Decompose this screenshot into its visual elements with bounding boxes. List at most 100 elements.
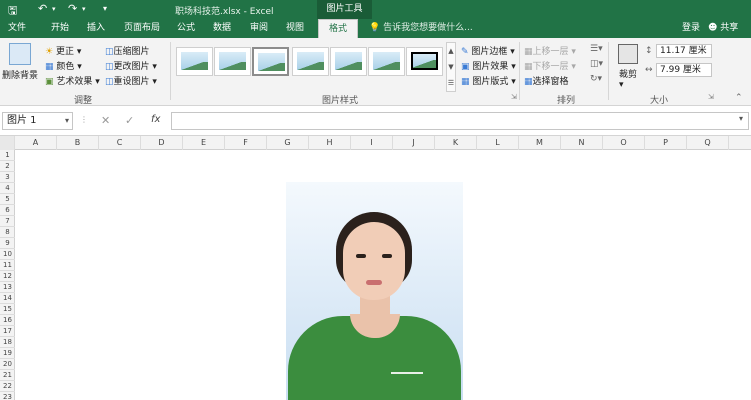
column-header[interactable]: A [15,136,57,150]
column-header[interactable]: L [477,136,519,150]
picture-style-thumb[interactable] [214,47,251,76]
column-header[interactable]: P [645,136,687,150]
artistic-effects-icon: ▣ [45,77,54,87]
tab-formulas[interactable]: 公式 [177,19,195,38]
redo-dropdown-icon[interactable]: ▾ [82,5,86,13]
width-field[interactable]: 7.99 厘米 [656,63,712,77]
column-header[interactable]: M [519,136,561,150]
picture-style-thumb-selected[interactable] [252,47,289,76]
tab-data[interactable]: 数据 [213,19,231,38]
enter-icon[interactable]: ✓ [125,114,134,127]
tab-file[interactable]: 文件 [8,19,26,38]
column-header[interactable]: Q [687,136,729,150]
column-header[interactable]: D [141,136,183,150]
column-header[interactable]: G [267,136,309,150]
column-header[interactable]: I [351,136,393,150]
column-header[interactable]: F [225,136,267,150]
undo-dropdown-icon[interactable]: ▾ [52,5,56,13]
portrait-photo[interactable] [286,182,463,400]
insert-function-icon[interactable]: fx [151,114,160,125]
height-field[interactable]: 11.17 厘米 [656,44,712,58]
row-header[interactable]: 21 [0,370,15,381]
undo-icon[interactable]: ↶ [38,2,47,15]
tab-format[interactable]: 格式 [318,19,359,38]
remove-background-button[interactable]: 删除背景 [2,68,38,81]
tell-me-box[interactable]: 💡 告诉我您想要做什么... [369,19,473,38]
column-header[interactable]: H [309,136,351,150]
ribbon-tabs: 文件 开始 插入 页面布局 公式 数据 审阅 视图 格式 💡 告诉我您想要做什么… [0,19,751,38]
row-header[interactable]: 2 [0,161,15,172]
tab-review[interactable]: 审阅 [250,19,268,38]
color-button[interactable]: ▦ 颜色 ▾ [45,59,82,72]
dialog-launcher-icon[interactable]: ⇲ [511,93,517,101]
tab-view[interactable]: 视图 [286,19,304,38]
login-link[interactable]: 登录 [682,19,700,38]
tab-home[interactable]: 开始 [51,19,69,38]
bring-forward-button[interactable]: ▦上移一层 ▾ [524,44,576,57]
reset-picture-button[interactable]: ◫重设图片 ▾ [105,74,157,87]
chevron-down-icon[interactable]: ▾ [65,113,69,129]
row-header[interactable]: 19 [0,348,15,359]
row-header[interactable]: 9 [0,238,15,249]
compress-pictures-button[interactable]: ◫压缩图片 [105,44,150,57]
row-header[interactable]: 4 [0,183,15,194]
row-header[interactable]: 10 [0,249,15,260]
send-backward-button[interactable]: ▦下移一层 ▾ [524,59,576,72]
column-header[interactable]: C [99,136,141,150]
row-header[interactable]: 23 [0,392,15,400]
column-header[interactable]: O [603,136,645,150]
picture-style-thumb[interactable] [406,47,443,76]
row-header[interactable]: 3 [0,172,15,183]
redo-icon[interactable]: ↷ [68,2,77,15]
tab-page-layout[interactable]: 页面布局 [124,19,160,38]
expand-formula-icon[interactable]: ▾ [739,114,743,123]
corrections-button[interactable]: ☀ 更正 ▾ [45,44,81,57]
row-header[interactable]: 12 [0,271,15,282]
group-objects-icon[interactable]: ◫▾ [590,59,603,69]
row-header[interactable]: 22 [0,381,15,392]
select-all-corner[interactable] [0,136,15,150]
artistic-effects-button[interactable]: ▣ 艺术效果 ▾ [45,74,100,87]
picture-style-thumb[interactable] [330,47,367,76]
change-picture-button[interactable]: ◫更改图片 ▾ [105,59,157,72]
row-header[interactable]: 5 [0,194,15,205]
picture-layout-button[interactable]: ▦ 图片版式 ▾ [461,74,516,87]
align-icon[interactable]: ☰▾ [590,44,603,54]
tab-insert[interactable]: 插入 [87,19,105,38]
row-header[interactable]: 14 [0,293,15,304]
picture-border-button[interactable]: ✎ 图片边框 ▾ [461,44,515,57]
share-button[interactable]: ☻ 共享 [708,19,738,38]
cancel-icon[interactable]: ✕ [101,114,110,127]
picture-style-thumb[interactable] [176,47,213,76]
column-header[interactable]: J [393,136,435,150]
column-header[interactable]: E [183,136,225,150]
customize-qat-icon[interactable]: ▾ [103,4,107,13]
row-header[interactable]: 13 [0,282,15,293]
row-header[interactable]: 17 [0,326,15,337]
dialog-launcher-icon[interactable]: ⇲ [708,93,714,101]
gallery-scroll[interactable]: ▲ ▼ ☰ [446,42,456,92]
selection-pane-button[interactable]: ▦选择窗格 [524,74,569,87]
row-header[interactable]: 7 [0,216,15,227]
formula-input[interactable] [171,112,749,130]
column-header[interactable]: B [57,136,99,150]
picture-effects-button[interactable]: ▣ 图片效果 ▾ [461,59,516,72]
row-header[interactable]: 6 [0,205,15,216]
row-header[interactable]: 15 [0,304,15,315]
row-header[interactable]: 16 [0,315,15,326]
picture-style-thumb[interactable] [368,47,405,76]
row-header[interactable]: 1 [0,150,15,161]
crop-icon [618,44,638,64]
column-header[interactable]: N [561,136,603,150]
worksheet[interactable]: A B C D E F G H I J K L M N O P Q 1 2 3 … [0,136,751,400]
picture-style-thumb[interactable] [292,47,329,76]
row-header[interactable]: 8 [0,227,15,238]
name-box[interactable]: 图片 1 ▾ [2,112,73,130]
row-header[interactable]: 11 [0,260,15,271]
row-header[interactable]: 20 [0,359,15,370]
rotate-icon[interactable]: ↻▾ [590,74,602,84]
column-header[interactable]: K [435,136,477,150]
crop-button[interactable]: 裁剪 ▾ [619,67,637,90]
collapse-ribbon-icon[interactable]: ⌃ [735,93,743,103]
row-header[interactable]: 18 [0,337,15,348]
